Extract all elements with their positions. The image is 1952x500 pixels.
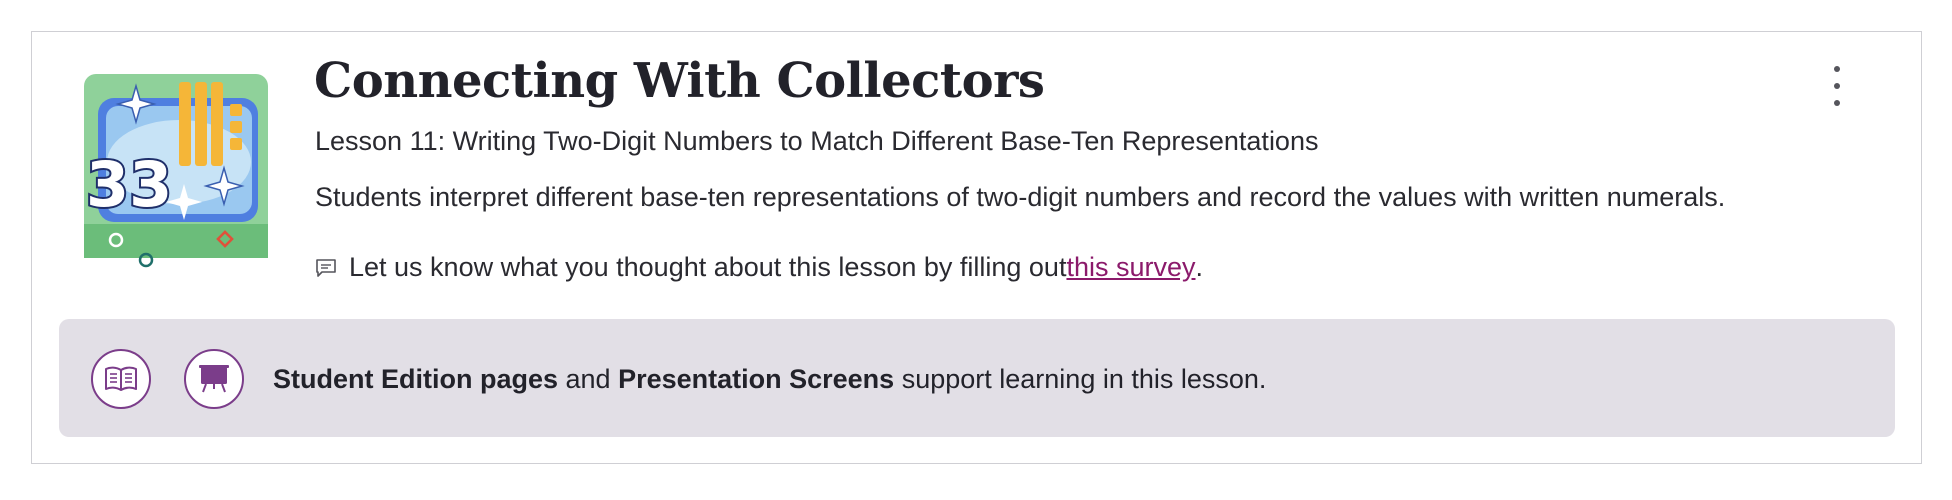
banner-text: Student Edition pages and Presentation S… bbox=[273, 364, 1266, 395]
student-edition-button[interactable] bbox=[91, 349, 151, 409]
survey-suffix: . bbox=[1195, 252, 1204, 282]
banner-suffix: support learning in this lesson. bbox=[894, 364, 1267, 394]
presentation-screen-icon bbox=[199, 365, 229, 393]
book-icon bbox=[105, 366, 137, 391]
thumbnail-number: 33 bbox=[86, 148, 172, 221]
presentation-screens-button[interactable] bbox=[184, 349, 244, 409]
kebab-menu-icon[interactable] bbox=[1823, 62, 1851, 110]
banner-connector: and bbox=[558, 364, 619, 394]
lesson-card: 33 Connecting With Collectors Lesson 11:… bbox=[31, 31, 1922, 464]
survey-link[interactable]: this survey bbox=[1066, 252, 1195, 283]
lesson-thumbnail: 33 bbox=[84, 74, 268, 268]
lesson-description: Students interpret different base-ten re… bbox=[315, 182, 1726, 212]
survey-text: Let us know what you thought about this … bbox=[349, 252, 1067, 282]
survey-prompt: Let us know what you thought about this … bbox=[315, 252, 1203, 283]
lesson-subtitle: Lesson 11: Writing Two-Digit Numbers to … bbox=[315, 126, 1319, 156]
chat-icon bbox=[316, 258, 336, 277]
resources-banner: Student Edition pages and Presentation S… bbox=[59, 319, 1895, 437]
student-edition-label: Student Edition pages bbox=[273, 364, 559, 394]
presentation-screens-label: Presentation Screens bbox=[618, 364, 895, 394]
lesson-title: Connecting With Collectors bbox=[314, 53, 1045, 109]
